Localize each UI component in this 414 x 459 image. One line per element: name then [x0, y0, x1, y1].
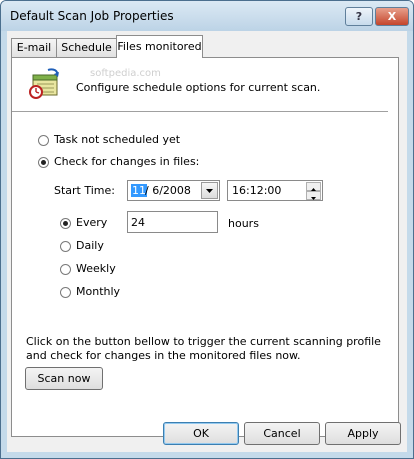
every-value: 24: [131, 216, 145, 229]
tab-files-monitored[interactable]: Files monitored: [116, 35, 203, 58]
every-label: Every: [76, 216, 108, 229]
window-title: Default Scan Job Properties: [10, 9, 174, 23]
header-description: Configure schedule options for current s…: [76, 81, 321, 94]
help-button[interactable]: ?: [345, 7, 373, 26]
cancel-button[interactable]: Cancel: [244, 422, 320, 445]
every-radio[interactable]: [60, 218, 71, 229]
close-button[interactable]: X: [375, 7, 409, 26]
weekly-radio[interactable]: [60, 264, 71, 275]
daily-radio[interactable]: [60, 241, 71, 252]
apply-button[interactable]: Apply: [325, 422, 401, 445]
dialog-window: Default Scan Job Properties ? X E-mail S…: [0, 0, 414, 459]
every-input[interactable]: 24: [127, 211, 218, 233]
arrow-down-icon: [311, 197, 316, 200]
time-value: 16:12:00: [232, 184, 282, 197]
time-down-button[interactable]: [306, 191, 321, 200]
weekly-label: Weekly: [76, 262, 116, 275]
title-bar[interactable]: Default Scan Job Properties ? X: [1, 1, 413, 31]
dialog-client: E-mail Schedule Files monitored softpedi…: [7, 31, 407, 452]
tab-schedule[interactable]: Schedule: [56, 38, 117, 57]
not-scheduled-label: Task not scheduled yet: [54, 133, 181, 146]
tab-email[interactable]: E-mail: [11, 38, 57, 57]
ok-button[interactable]: OK: [163, 422, 239, 445]
chevron-down-icon: [206, 189, 213, 193]
check-changes-radio[interactable]: [38, 157, 49, 168]
check-changes-label: Check for changes in files:: [54, 155, 200, 168]
start-time-label: Start Time:: [54, 184, 115, 197]
time-up-button[interactable]: [306, 182, 321, 191]
tab-panel: softpedia.com Configure schedule options…: [11, 57, 399, 437]
start-date-picker[interactable]: 11 / 6/2008: [127, 180, 220, 201]
not-scheduled-radio[interactable]: [38, 135, 49, 146]
watermark: softpedia.com: [90, 68, 161, 79]
schedule-calendar-icon: [29, 68, 59, 99]
scan-now-button[interactable]: Scan now: [25, 367, 103, 390]
monthly-radio[interactable]: [60, 287, 71, 298]
daily-label: Daily: [76, 239, 104, 252]
scan-description: Click on the button bellow to trigger th…: [26, 335, 381, 362]
date-dropdown-button[interactable]: [201, 182, 218, 199]
monthly-label: Monthly: [76, 285, 121, 298]
every-unit-label: hours: [228, 217, 259, 230]
header-divider: [12, 111, 388, 113]
start-time-spinner[interactable]: 16:12:00: [227, 180, 323, 201]
date-rest-segment: / 6/2008: [145, 184, 191, 197]
